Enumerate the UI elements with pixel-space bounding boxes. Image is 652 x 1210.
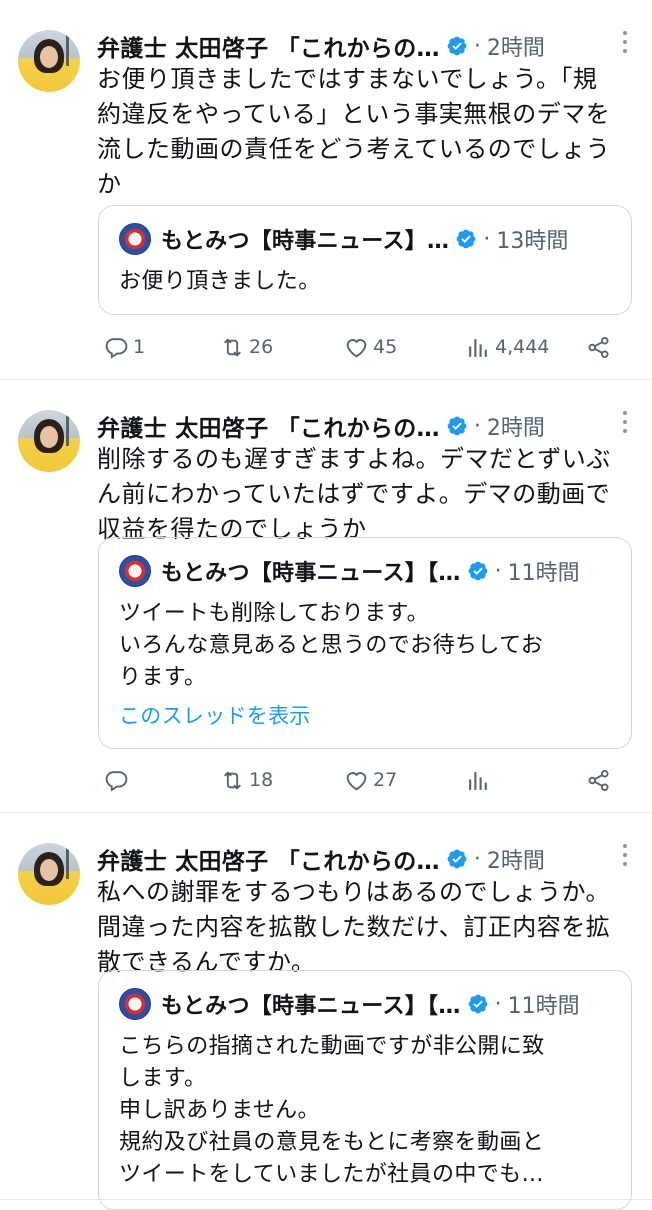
author-name[interactable]: 弁護士 太田啓子 「これからの… [97,29,440,63]
retweet-icon [224,337,241,357]
retweet-button[interactable]: 26 [220,335,273,360]
heart-icon [346,338,367,357]
tweet-text-line: 削除するのも遅すぎますよね。デマだとずいぶ [97,445,611,473]
analytics-icon [469,338,487,357]
share-icon [588,769,609,791]
more-options-icon[interactable] [622,31,628,55]
tweet-text: 私への謝罪をするつもりはあるのでしょうか。 間違った内容を拡散した数だけ、訂正内… [97,875,637,980]
separator: · [483,226,491,252]
quote-text-line: ツイートも削除しております。 [119,601,430,626]
quoted-tweet[interactable]: もとみつ【時事ニュース】【… · 11時間 こちらの指摘された動画ですが非公開に… [98,970,632,1210]
quote-text-line: 規約及び社員の意見をもとに考察を動画と [119,1130,545,1155]
more-options-icon[interactable] [622,844,628,868]
like-button[interactable]: 45 [344,335,397,360]
tweet-text-line: 約違反をやっている」という事実無根のデマを [97,100,611,128]
quoted-tweet[interactable]: もとみつ【時事ニュース】【… · 11時間 ツイートも削除しております。 いろん… [98,537,632,749]
verified-badge-icon [455,228,477,250]
quote-avatar [119,555,151,587]
separator: · [473,846,481,872]
retweet-count: 26 [249,336,274,358]
separator: · [494,991,502,1017]
like-count: 27 [373,769,398,791]
quote-text-line: ります。 [119,665,207,690]
reply-button[interactable] [104,768,133,793]
tweet-text-line: ん前にわかっていたはずですよ。デマの動画で [97,480,611,508]
like-button[interactable]: 27 [344,768,397,793]
tweet-header: 弁護士 太田啓子 「これからの… · 2時間 [97,841,627,877]
retweet-button[interactable]: 18 [220,768,273,793]
quote-author-name: もとみつ【時事ニュース】【… [161,994,461,1019]
quote-text-line: お便り頂きました。 [119,269,321,294]
quote-text-line: ツイートをしていましたが社員の中でも… [119,1162,544,1187]
quote-time: 13時間 [496,229,569,254]
reply-icon [105,770,128,792]
tweet-text-line: お便り頂きましたではすまないでしょう。「規 [97,65,598,93]
analytics-icon [469,771,487,790]
tweet-time[interactable]: 2時間 [487,843,545,875]
reply-icon [105,337,128,359]
tweet-text-line: 流した動画の責任をどう考えているのでしょう [97,135,611,163]
tweet[interactable]: 弁護士 太田啓子 「これからの… · 2時間 私への謝罪をするつもりはあるのでし… [0,813,652,1210]
heart-icon [346,771,367,790]
reply-button[interactable]: 1 [104,335,145,360]
quote-text-line: 申し訳ありません。 [119,1098,320,1123]
quote-text-line: いろんな意見あると思うのでお待ちしてお [119,633,544,658]
quote-author-name: もとみつ【時事ニュース】… [161,229,450,254]
tweet[interactable]: 弁護士 太田啓子 「これからの… · 2時間 お便り頂きましたではすまないでしょ… [0,0,652,380]
quote-text: こちらの指摘された動画ですが非公開に致 します。 申し訳ありません。 規約及び社… [119,1031,611,1191]
author-name[interactable]: 弁護士 太田啓子 「これからの… [97,842,440,876]
quoted-tweet[interactable]: もとみつ【時事ニュース】… · 13時間 お便り頂きました。 [98,205,632,315]
verified-badge-icon [446,415,468,437]
action-bar: 1 26 45 4,444 [104,332,614,362]
quote-text-line: こちらの指摘された動画ですが非公開に致 [119,1034,545,1059]
verified-badge-icon [467,993,489,1015]
tweet[interactable]: 弁護士 太田啓子 「これからの… · 2時間 削除するのも遅すぎますよね。デマだ… [0,380,652,813]
tweet-time[interactable]: 2時間 [487,30,545,62]
tweet-text-line: 私への謝罪をするつもりはあるのでしょうか。 [97,878,611,906]
action-bar: 18 27 [104,765,614,795]
tweet-header: 弁護士 太田啓子 「これからの… · 2時間 [97,28,627,64]
share-button[interactable] [586,768,615,793]
avatar[interactable] [18,843,80,905]
quote-time: 11時間 [507,561,580,586]
quote-header: もとみつ【時事ニュース】【… · 11時間 [119,554,611,588]
share-icon [588,336,609,358]
views-button[interactable] [466,768,495,793]
quote-text: ツイートも削除しております。 いろんな意見あると思うのでお待ちしてお ります。 [119,598,611,694]
separator: · [473,33,481,59]
author-name[interactable]: 弁護士 太田啓子 「これからの… [97,409,440,443]
like-count: 45 [373,336,398,358]
views-button[interactable]: 4,444 [466,335,549,360]
verified-badge-icon [467,560,489,582]
separator: · [473,413,481,439]
tweet-text: お便り頂きましたではすまないでしょう。「規 約違反をやっている」という事実無根の… [97,62,637,202]
verified-badge-icon [446,848,468,870]
reply-count: 1 [133,336,146,358]
quote-header: もとみつ【時事ニュース】【… · 11時間 [119,987,611,1021]
show-thread-link[interactable]: このスレッドを表示 [119,700,611,730]
retweet-count: 18 [249,769,274,791]
quote-avatar [119,988,151,1020]
quote-author-name: もとみつ【時事ニュース】【… [161,561,461,586]
tweet-text-line: か [97,170,122,198]
avatar[interactable] [18,410,80,472]
more-options-icon[interactable] [622,411,628,435]
quote-text-line: します。 [119,1066,207,1091]
view-count: 4,444 [495,336,550,358]
tweet-text: 削除するのも遅すぎますよね。デマだとずいぶ ん前にわかっていたはずですよ。デマの… [97,442,637,547]
quote-time: 11時間 [507,994,580,1019]
tweet-header: 弁護士 太田啓子 「これからの… · 2時間 [97,408,627,444]
tweet-text-line: 間違った内容を拡散した数だけ、訂正内容を拡 [97,913,611,941]
tweet-time[interactable]: 2時間 [487,410,545,442]
quote-avatar [119,223,151,255]
retweet-icon [224,770,241,790]
quote-text: お便り頂きました。 [119,266,611,298]
verified-badge-icon [446,35,468,57]
separator: · [494,558,502,584]
quote-header: もとみつ【時事ニュース】… · 13時間 [119,222,611,256]
avatar[interactable] [18,30,80,92]
share-button[interactable] [586,335,615,360]
